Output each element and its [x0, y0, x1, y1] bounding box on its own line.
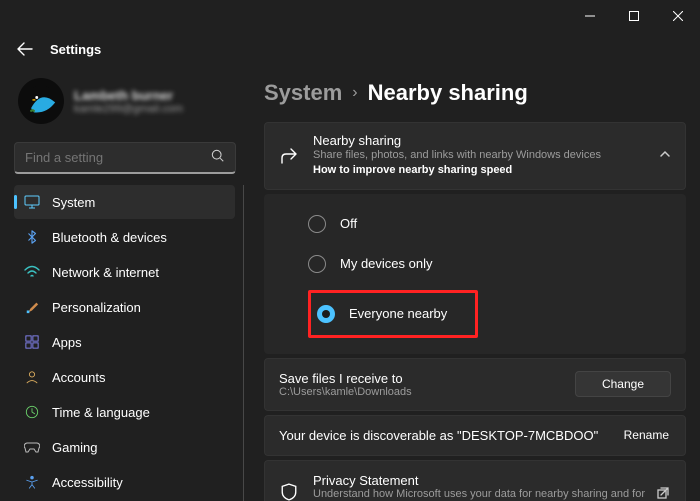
- privacy-card[interactable]: Privacy Statement Understand how Microso…: [264, 460, 686, 501]
- radio-icon: [308, 255, 326, 273]
- change-button[interactable]: Change: [575, 371, 671, 397]
- system-icon: [24, 194, 40, 210]
- sidebar-item-label: Gaming: [52, 440, 98, 455]
- save-location-card: Save files I receive to C:\Users\kamle\D…: [264, 358, 686, 411]
- brush-icon: [24, 299, 40, 315]
- sidebar-item-label: Time & language: [52, 405, 150, 420]
- person-icon: [24, 369, 40, 385]
- title-bar: [0, 0, 700, 32]
- rename-link[interactable]: Rename: [624, 428, 671, 442]
- bluetooth-icon: [24, 229, 40, 245]
- open-external-icon: [657, 485, 671, 499]
- minimize-button[interactable]: [568, 1, 612, 31]
- sidebar-item-time[interactable]: Time & language: [14, 395, 235, 429]
- game-icon: [24, 439, 40, 455]
- sidebar-item-label: Accessibility: [52, 475, 123, 490]
- chevron-up-icon: [659, 148, 671, 163]
- clock-icon: [24, 404, 40, 420]
- privacy-title: Privacy Statement: [313, 473, 657, 488]
- close-button[interactable]: [656, 1, 700, 31]
- main-pane: System › Nearby sharing Nearby sharing S…: [244, 66, 700, 501]
- sidebar-item-label: Apps: [52, 335, 82, 350]
- radio-label: Off: [340, 216, 357, 231]
- sidebar-item-label: Bluetooth & devices: [52, 230, 167, 245]
- breadcrumb-current: Nearby sharing: [368, 80, 528, 106]
- avatar: [18, 78, 64, 124]
- sidebar-item-label: Network & internet: [52, 265, 159, 280]
- card-subtitle: Share files, photos, and links with near…: [313, 148, 645, 163]
- sidebar-item-bluetooth[interactable]: Bluetooth & devices: [14, 220, 235, 254]
- breadcrumb: System › Nearby sharing: [264, 80, 686, 106]
- share-icon: [279, 146, 299, 166]
- save-path: C:\Users\kamle\Downloads: [279, 386, 575, 398]
- save-title: Save files I receive to: [279, 371, 575, 386]
- apps-icon: [24, 334, 40, 350]
- back-arrow-icon[interactable]: [16, 40, 34, 58]
- sidebar-item-system[interactable]: System: [14, 185, 235, 219]
- sidebar-item-label: Personalization: [52, 300, 141, 315]
- profile-email: kamle299@gmail.com: [74, 103, 183, 115]
- sidebar-item-network[interactable]: Network & internet: [14, 255, 235, 289]
- nearby-sharing-card[interactable]: Nearby sharing Share files, photos, and …: [264, 122, 686, 190]
- sidebar-item-accessibility[interactable]: Accessibility: [14, 465, 235, 499]
- radio-my-devices[interactable]: My devices only: [308, 244, 686, 284]
- radio-label: My devices only: [340, 256, 432, 271]
- breadcrumb-parent[interactable]: System: [264, 80, 342, 106]
- sidebar: Lambeth burner kamle299@gmail.com System…: [0, 66, 244, 501]
- discoverable-card: Your device is discoverable as "DESKTOP-…: [264, 415, 686, 456]
- sidebar-item-gaming[interactable]: Gaming: [14, 430, 235, 464]
- profile-name: Lambeth burner: [74, 88, 183, 103]
- maximize-button[interactable]: [612, 1, 656, 31]
- sidebar-item-label: Accounts: [52, 370, 105, 385]
- header-row: Settings: [0, 32, 700, 66]
- highlight-annotation: Everyone nearby: [308, 290, 478, 338]
- search-box[interactable]: [14, 142, 236, 174]
- sidebar-item-label: System: [52, 195, 95, 210]
- nearby-sharing-options: Off My devices only Everyone nearby: [264, 194, 686, 354]
- shield-icon: [279, 483, 299, 501]
- app-title: Settings: [50, 42, 101, 57]
- radio-everyone[interactable]: Everyone nearby: [317, 299, 447, 329]
- radio-icon: [317, 305, 335, 323]
- chevron-right-icon: ›: [352, 84, 357, 102]
- radio-label: Everyone nearby: [349, 306, 447, 321]
- radio-icon: [308, 215, 326, 233]
- card-help-link[interactable]: How to improve nearby sharing speed: [313, 163, 645, 178]
- discoverable-text: Your device is discoverable as "DESKTOP-…: [279, 428, 624, 443]
- sidebar-item-accounts[interactable]: Accounts: [14, 360, 235, 394]
- wifi-icon: [24, 264, 40, 280]
- card-title: Nearby sharing: [313, 133, 645, 148]
- privacy-subtitle: Understand how Microsoft uses your data …: [313, 488, 657, 501]
- profile-block[interactable]: Lambeth burner kamle299@gmail.com: [14, 70, 244, 138]
- sidebar-item-personalization[interactable]: Personalization: [14, 290, 235, 324]
- radio-off[interactable]: Off: [308, 204, 686, 244]
- search-input[interactable]: [25, 150, 211, 165]
- nav-list: System Bluetooth & devices Network & int…: [14, 184, 244, 501]
- search-icon: [211, 149, 225, 166]
- accessibility-icon: [24, 474, 40, 490]
- sidebar-item-apps[interactable]: Apps: [14, 325, 235, 359]
